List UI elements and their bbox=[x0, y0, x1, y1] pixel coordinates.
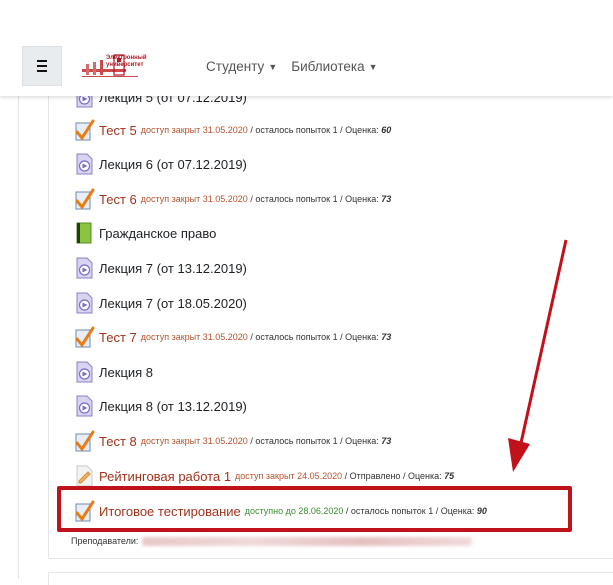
activity-name[interactable]: Лекция 6 (от 07.12.2019) bbox=[99, 157, 247, 172]
main-menu: Студенту ▼ Библиотека ▼ bbox=[206, 59, 378, 74]
grade-value: 73 bbox=[381, 436, 392, 446]
menu-students[interactable]: Студенту ▼ bbox=[206, 59, 277, 74]
availability-text: доступ закрыт 24.05.2020 bbox=[235, 471, 343, 481]
activity-meta: доступ закрыт 31.05.2020 / осталось попы… bbox=[141, 436, 392, 446]
attempts-info: / Отправлено / Оценка: bbox=[342, 471, 445, 481]
logo-line1: Электронный bbox=[106, 55, 147, 61]
assignment-icon bbox=[74, 465, 95, 487]
attempts-info: / осталось попыток 1 / Оценка: bbox=[247, 194, 382, 204]
activity-name[interactable]: Тест 7 bbox=[99, 330, 137, 345]
grade-value: 60 bbox=[381, 125, 392, 135]
highlight-frame bbox=[57, 486, 572, 532]
blurred-teacher-names bbox=[142, 537, 473, 547]
lecture-icon bbox=[74, 257, 95, 279]
caret-down-icon: ▼ bbox=[368, 62, 378, 72]
activity-lecture[interactable]: Лекция 7 (от 13.12.2019) bbox=[74, 255, 247, 281]
activity-name[interactable]: Лекция 7 (от 18.05.2020) bbox=[99, 296, 247, 311]
activity-lecture[interactable]: Лекция 8 bbox=[74, 359, 153, 385]
lecture-icon bbox=[74, 292, 95, 314]
activity-name[interactable]: Гражданское право bbox=[99, 226, 216, 241]
attempts-info: / осталось попыток 1 / Оценка: bbox=[247, 436, 382, 446]
test-icon bbox=[74, 326, 95, 348]
activity-name[interactable]: Рейтинговая работа 1 bbox=[99, 469, 231, 484]
logo-line2: университет bbox=[106, 62, 144, 68]
activity-meta: доступ закрыт 31.05.2020 / осталось попы… bbox=[141, 125, 392, 135]
activity-meta: доступ закрыт 31.05.2020 / осталось попы… bbox=[141, 332, 392, 342]
activity-meta: доступ закрыт 24.05.2020 / Отправлено / … bbox=[235, 471, 454, 481]
grade-value: 73 bbox=[381, 332, 392, 342]
teachers-line: Преподаватели: bbox=[71, 536, 473, 547]
activity-lecture[interactable]: Лекция 6 (от 07.12.2019) bbox=[74, 151, 247, 177]
activity-name[interactable]: Тест 8 bbox=[99, 434, 137, 449]
availability-text: доступ закрыт 31.05.2020 bbox=[140, 436, 248, 446]
activity-meta: доступ закрыт 31.05.2020 / осталось попы… bbox=[141, 194, 392, 204]
lecture-icon bbox=[74, 361, 95, 383]
test-icon bbox=[74, 188, 95, 210]
activity-book[interactable]: Гражданское право bbox=[74, 220, 216, 246]
activity-test[interactable]: Тест 6 доступ закрыт 31.05.2020 / осталос… bbox=[74, 186, 391, 212]
activity-lecture[interactable]: Лекция 7 (от 18.05.2020) bbox=[74, 290, 247, 316]
lecture-icon bbox=[74, 153, 95, 175]
availability-text: доступ закрыт 31.05.2020 bbox=[140, 332, 248, 342]
grade-value: 75 bbox=[444, 471, 455, 481]
test-icon bbox=[74, 119, 95, 141]
activity-name[interactable]: Лекция 7 (от 13.12.2019) bbox=[99, 261, 247, 276]
test-icon bbox=[74, 430, 95, 452]
lecture-icon bbox=[74, 395, 95, 417]
attempts-info: / осталось попыток 1 / Оценка: bbox=[247, 332, 382, 342]
availability-text: доступ закрыт 31.05.2020 bbox=[140, 194, 248, 204]
grade-value: 73 bbox=[381, 194, 392, 204]
activity-name[interactable]: Лекция 8 bbox=[99, 365, 153, 380]
menu-toggle-button[interactable] bbox=[22, 46, 62, 86]
attempts-info: / осталось попыток 1 / Оценка: bbox=[247, 125, 382, 135]
activity-test[interactable]: Тест 7 доступ закрыт 31.05.2020 / осталос… bbox=[74, 324, 391, 350]
activity-test[interactable]: Тест 5 доступ закрыт 31.05.2020 / осталос… bbox=[74, 117, 391, 143]
page-border bbox=[18, 96, 19, 579]
teachers-label: Преподаватели: bbox=[71, 536, 139, 546]
activity-test[interactable]: Тест 8 доступ закрыт 31.05.2020 / осталос… bbox=[74, 428, 391, 454]
hamburger-icon bbox=[37, 60, 47, 62]
activity-name[interactable]: Лекция 8 (от 13.12.2019) bbox=[99, 399, 247, 414]
site-logo[interactable]: Электронный университет bbox=[80, 52, 170, 82]
caret-down-icon: ▼ bbox=[268, 62, 278, 72]
top-navbar: Электронный университет Студенту ▼ Библио… bbox=[0, 40, 613, 96]
book-icon bbox=[74, 222, 95, 244]
activity-name[interactable]: Тест 6 bbox=[99, 192, 137, 207]
menu-library[interactable]: Библиотека ▼ bbox=[291, 59, 377, 74]
availability-text: доступ закрыт 31.05.2020 bbox=[140, 125, 248, 135]
activity-lecture[interactable]: Лекция 8 (от 13.12.2019) bbox=[74, 393, 247, 419]
activity-name[interactable]: Тест 5 bbox=[99, 123, 137, 138]
